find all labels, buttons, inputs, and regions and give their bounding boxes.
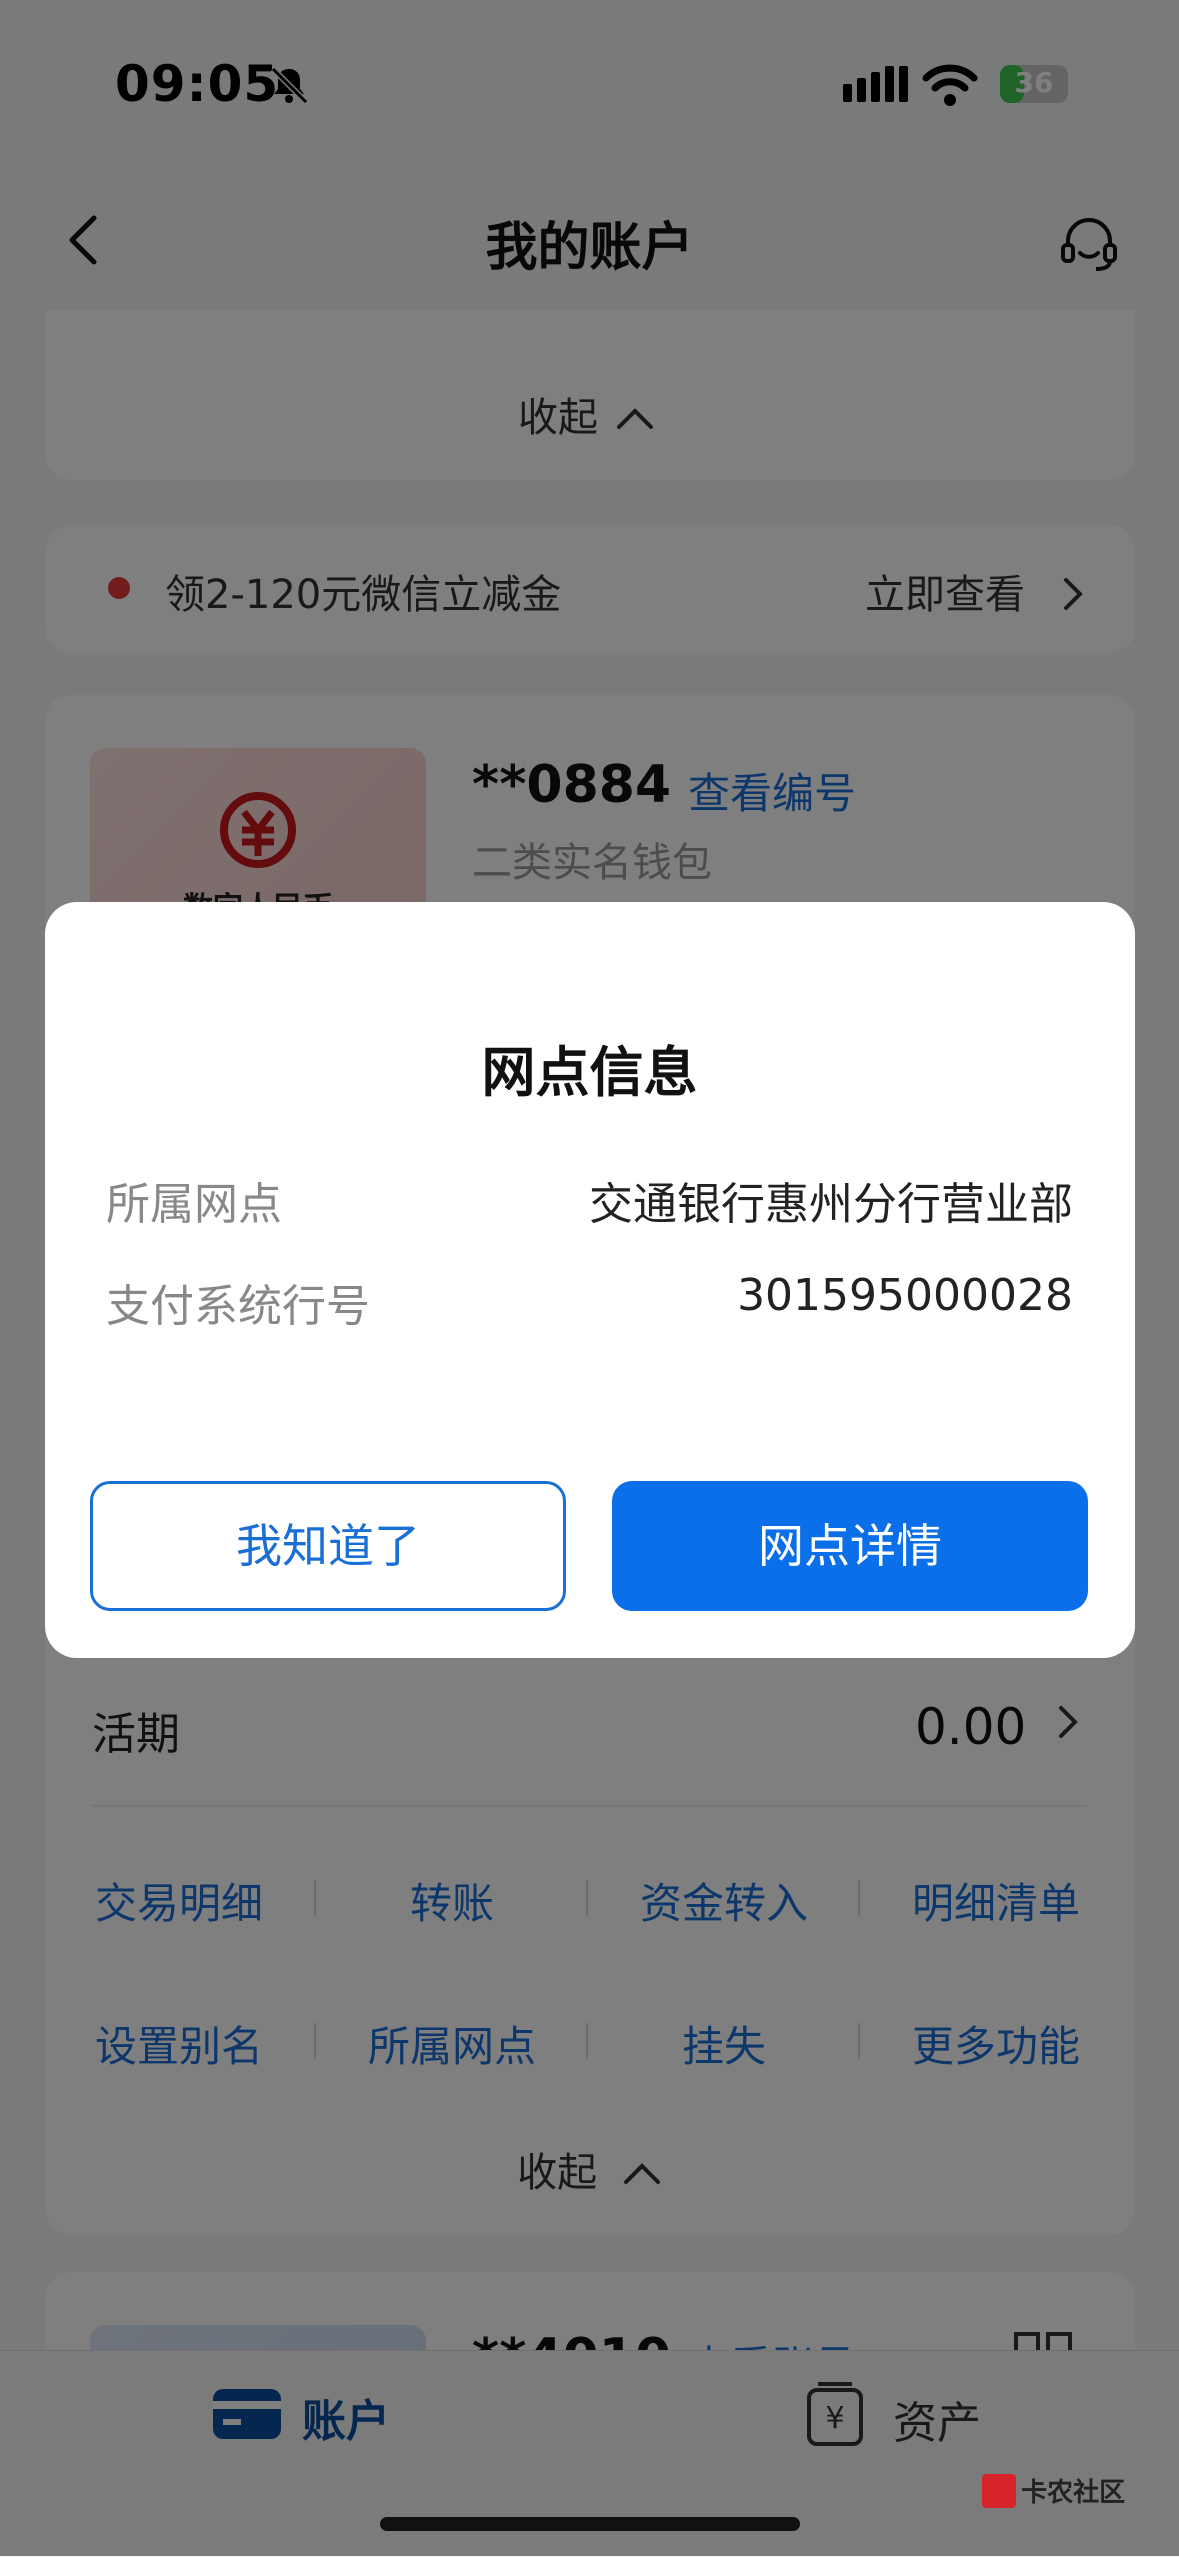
dialog-title: 网点信息 (481, 1041, 698, 1104)
branch-value: 交通银行惠州分行营业部 (589, 1179, 1073, 1230)
got-it-button[interactable]: 我知道了 (90, 1481, 566, 1611)
branch-label: 所属网点 (106, 1179, 282, 1230)
payment-code-value: 301595000028 (737, 1270, 1073, 1321)
home-indicator (380, 2517, 800, 2531)
payment-code-label: 支付系统行号 (106, 1281, 370, 1332)
watermark-logo-icon (982, 2473, 1016, 2508)
watermark: 卡农社区 (982, 2472, 1125, 2509)
watermark-text: 卡农社区 (1021, 2478, 1126, 2508)
branch-details-button[interactable]: 网点详情 (612, 1481, 1088, 1611)
